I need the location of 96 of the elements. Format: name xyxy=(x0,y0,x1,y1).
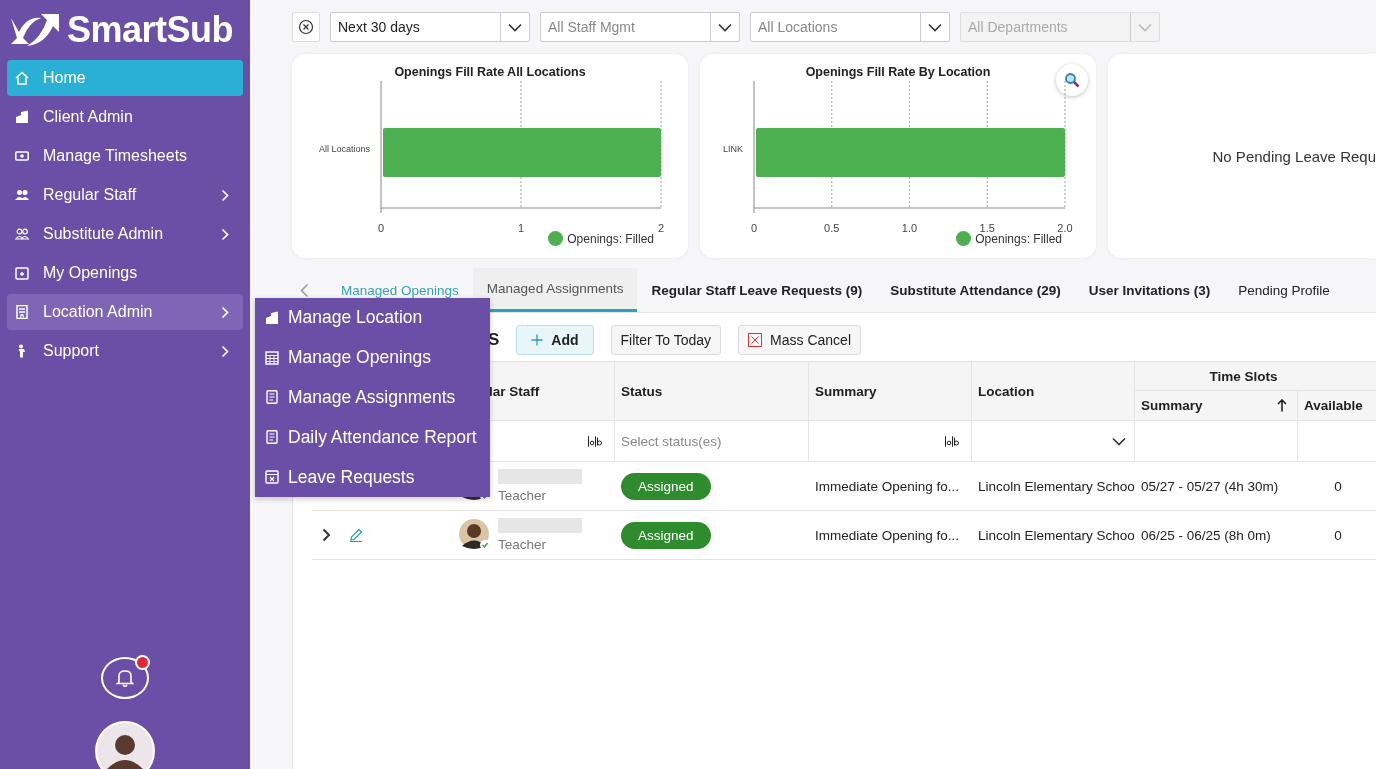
filter-dropdown[interactable]: All Staff Mgmt xyxy=(540,12,740,42)
chevron-right-icon xyxy=(221,344,229,358)
legend-label: Openings: Filled xyxy=(567,231,654,246)
toolbar-button[interactable]: Mass Cancel xyxy=(738,325,861,355)
grid-icon xyxy=(265,350,279,365)
column-header[interactable]: Location xyxy=(978,383,1035,399)
office-icon xyxy=(15,305,29,319)
sort-ascending-icon[interactable] xyxy=(1277,399,1287,412)
menu-item[interactable]: Manage Openings xyxy=(265,347,480,369)
magnifier-icon xyxy=(1064,72,1080,88)
table-cell: Immediate Opening fo... xyxy=(815,478,960,494)
table-cell: 05/27 - 05/27 (4h 30m) xyxy=(1141,478,1279,494)
tick-label: 1.5 xyxy=(979,222,995,234)
plus-icon xyxy=(531,334,544,346)
close-icon xyxy=(298,19,314,35)
table-cell: Lincoln Elementary Schoo xyxy=(978,478,1135,494)
nav-item[interactable]: Regular Staff xyxy=(7,177,243,213)
tick-label: 1 xyxy=(517,222,525,234)
logo-text: SmartSub xyxy=(67,9,234,51)
expand-row-icon[interactable] xyxy=(322,528,331,542)
nav-item[interactable]: Support xyxy=(7,333,243,369)
chevron-left-icon[interactable] xyxy=(300,282,309,298)
table-cell: Lincoln Elementary Schoo xyxy=(978,527,1135,543)
column-header[interactable]: Summary xyxy=(1141,398,1203,413)
chevron-right-icon xyxy=(221,305,229,319)
legend-label: Openings: Filled xyxy=(975,231,1062,246)
legend-dot xyxy=(956,231,972,246)
tick-label: 2.0 xyxy=(1057,222,1073,234)
tick-label: 1.0 xyxy=(901,222,918,234)
table-cell: 0 xyxy=(1334,527,1342,543)
chart-title: Openings Fill Rate By Location xyxy=(804,65,992,79)
chevron-right-icon xyxy=(221,227,229,241)
column-header[interactable]: Status xyxy=(621,383,663,399)
column-header[interactable]: Summary xyxy=(815,383,877,399)
menu-item[interactable]: Manage Assignments xyxy=(265,387,480,408)
nav-item[interactable]: Manage Timesheets xyxy=(7,138,243,174)
avatar xyxy=(458,518,492,552)
chevron-right-icon xyxy=(221,188,229,202)
toolbar-button[interactable]: Filter To Today xyxy=(610,325,722,355)
bell-icon xyxy=(116,668,134,688)
table-cell: 06/25 - 06/25 (8h 0m) xyxy=(1141,527,1271,543)
nav-item[interactable]: Client Admin xyxy=(7,99,243,135)
nav-item[interactable]: My Openings xyxy=(7,255,243,291)
x-box-icon xyxy=(748,333,763,347)
calendar-icon xyxy=(15,266,29,280)
tab[interactable]: Managed Assignments xyxy=(472,268,638,312)
tick-label: 2 xyxy=(657,222,665,234)
chevron-down-icon xyxy=(508,22,522,32)
legend-dot xyxy=(548,231,564,246)
clear-filters-button[interactable] xyxy=(292,12,320,42)
chevron-down-icon xyxy=(928,22,942,32)
status-badge: Assigned xyxy=(621,521,711,549)
building-icon xyxy=(265,310,279,325)
tick-label: 0 xyxy=(377,222,385,234)
chevron-down-icon xyxy=(718,22,732,32)
toolbar-button[interactable]: Add xyxy=(516,325,594,355)
tick-label: 0 xyxy=(750,222,758,234)
text-filter-icon xyxy=(588,435,602,447)
category-label: All Locations xyxy=(318,144,370,154)
tab[interactable]: User Invitations (3) xyxy=(1074,268,1225,312)
status-badge: Assigned xyxy=(621,472,711,500)
column-header[interactable]: Available xyxy=(1304,398,1363,413)
user-avatar[interactable] xyxy=(95,721,155,769)
filter-dropdown[interactable]: All Locations xyxy=(750,12,950,42)
table-cell: 0 xyxy=(1334,478,1342,494)
notification-button[interactable] xyxy=(101,657,149,699)
calendar-icon xyxy=(265,470,279,485)
text-filter-icon xyxy=(945,435,959,447)
chevron-down-icon xyxy=(1112,436,1126,446)
category-label: LINK xyxy=(723,144,743,154)
money-icon xyxy=(15,149,29,163)
menu-item[interactable]: Daily Attendance Report xyxy=(265,426,480,448)
doc-icon xyxy=(265,390,279,405)
search-button[interactable] xyxy=(1056,64,1088,96)
tab[interactable]: Substitute Attendance (29) xyxy=(876,268,1075,312)
table-cell: Immediate Opening fo... xyxy=(815,527,960,543)
staff-role: Teacher xyxy=(498,537,548,552)
home-icon xyxy=(15,71,29,85)
doc-icon xyxy=(265,430,279,445)
tab[interactable]: Regular Staff Leave Requests (9) xyxy=(637,268,877,312)
edit-icon[interactable] xyxy=(349,528,363,542)
menu-item[interactable]: Leave Requests xyxy=(265,466,480,488)
nav-item[interactable]: Location Admin xyxy=(7,294,243,330)
column-group-header: Time Slots xyxy=(1209,368,1278,384)
filter-dropdown[interactable]: Next 30 days xyxy=(330,12,530,42)
empty-message: No Pending Leave Requ xyxy=(1212,147,1376,165)
status-filter[interactable]: Select status(es) xyxy=(615,421,809,461)
building-icon xyxy=(15,110,29,124)
tab[interactable]: Pending Profile xyxy=(1224,268,1344,312)
users-icon xyxy=(15,188,29,202)
nav-item[interactable]: Substitute Admin xyxy=(7,216,243,252)
chevron-down-icon xyxy=(1138,22,1152,32)
staff-role: Teacher xyxy=(498,488,548,503)
chart-title: Openings Fill Rate All Locations xyxy=(393,65,587,79)
users-icon xyxy=(15,227,29,241)
tick-label: 0.5 xyxy=(824,222,840,234)
